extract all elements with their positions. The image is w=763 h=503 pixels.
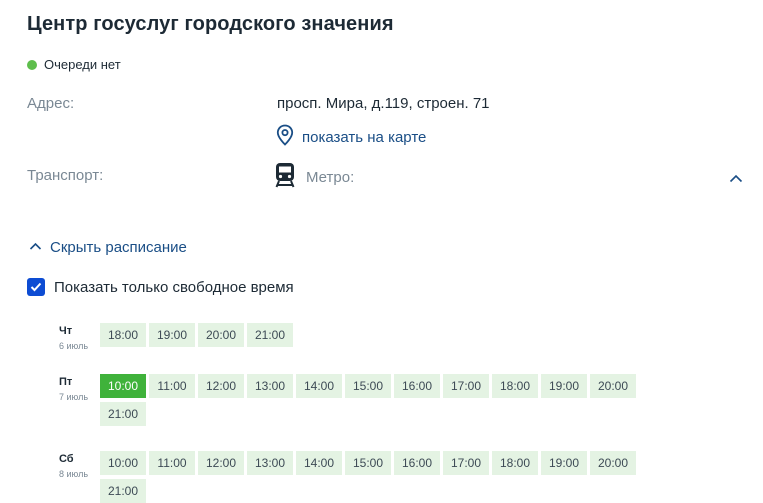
time-slot-button[interactable]: 15:00: [345, 374, 391, 398]
time-slot-button[interactable]: 21:00: [100, 479, 146, 503]
time-slot-button[interactable]: 11:00: [149, 451, 195, 475]
show-on-map-label: показать на карте: [302, 129, 427, 146]
queue-status: Очереди нет: [27, 57, 121, 72]
train-icon: [274, 161, 296, 194]
time-slot-button[interactable]: 11:00: [149, 374, 195, 398]
transport-collapse-button[interactable]: [729, 170, 743, 188]
status-dot-icon: [27, 59, 37, 70]
time-slot-button[interactable]: 14:00: [296, 374, 342, 398]
transport-metro: Метро:: [274, 161, 354, 194]
time-slot-button[interactable]: 17:00: [443, 451, 489, 475]
time-slot-button[interactable]: 20:00: [198, 323, 244, 347]
time-slot-button[interactable]: 20:00: [590, 451, 636, 475]
free-time-only-option[interactable]: Показать только свободное время: [27, 278, 294, 296]
time-slot-button[interactable]: 14:00: [296, 451, 342, 475]
day-label: Пт 7 июль: [59, 376, 99, 403]
day-date: 6 июль: [59, 341, 89, 351]
time-slot-button[interactable]: 17:00: [443, 374, 489, 398]
time-slot-button[interactable]: 21:00: [247, 323, 293, 347]
chevron-up-icon: [29, 238, 42, 256]
time-slot-button[interactable]: 16:00: [394, 451, 440, 475]
queue-status-text: Очереди нет: [44, 57, 121, 72]
time-slot-button[interactable]: 10:00: [100, 451, 146, 475]
time-slot-button[interactable]: 12:00: [198, 451, 244, 475]
chevron-up-icon: [729, 170, 743, 187]
free-time-only-checkbox[interactable]: [27, 278, 45, 296]
time-slot-button[interactable]: 19:00: [149, 323, 195, 347]
time-slot-button[interactable]: 20:00: [590, 374, 636, 398]
day-name: Сб: [59, 453, 74, 465]
address-label: Адрес:: [27, 95, 75, 112]
time-slot-button[interactable]: 21:00: [100, 402, 146, 426]
map-pin-icon: [276, 124, 294, 151]
address-value: просп. Мира, д.119, строен. 71: [277, 95, 490, 112]
time-slot-button[interactable]: 10:00: [100, 374, 146, 398]
day-date: 7 июль: [59, 392, 89, 402]
time-slots: 10:00 11:00 12:00 13:00 14:00 15:00 16:00 17:00…: [100, 451, 645, 503]
hide-schedule-label: Скрыть расписание: [50, 238, 187, 256]
time-slot-button[interactable]: 13:00: [247, 451, 293, 475]
day-name: Пт: [59, 376, 73, 388]
metro-label: Метро:: [306, 169, 355, 186]
hide-schedule-toggle[interactable]: Скрыть расписание: [29, 238, 187, 256]
show-on-map-link[interactable]: показать на карте: [276, 124, 426, 151]
time-slot-button[interactable]: 18:00: [492, 451, 538, 475]
checkmark-icon: [30, 282, 42, 292]
time-slots: 10:00 11:00 12:00 13:00 14:00 15:00 16:00 17:00…: [100, 374, 645, 426]
day-date: 8 июль: [59, 469, 89, 479]
time-slots: 18:00 19:00 20:00 21:00: [100, 323, 645, 347]
day-name: Чт: [59, 325, 73, 337]
time-slot-button[interactable]: 18:00: [100, 323, 146, 347]
free-time-only-label: Показать только свободное время: [54, 278, 294, 296]
time-slot-button[interactable]: 16:00: [394, 374, 440, 398]
time-slot-button[interactable]: 15:00: [345, 451, 391, 475]
time-slot-button[interactable]: 19:00: [541, 374, 587, 398]
transport-label: Транспорт:: [27, 167, 104, 184]
time-slot-button[interactable]: 19:00: [541, 451, 587, 475]
time-slot-button[interactable]: 13:00: [247, 374, 293, 398]
day-label: Сб 8 июль: [59, 453, 99, 480]
day-label: Чт 6 июль: [59, 325, 99, 352]
page-title: Центр госуслуг городского значения: [27, 13, 394, 35]
time-slot-button[interactable]: 18:00: [492, 374, 538, 398]
time-slot-button[interactable]: 12:00: [198, 374, 244, 398]
